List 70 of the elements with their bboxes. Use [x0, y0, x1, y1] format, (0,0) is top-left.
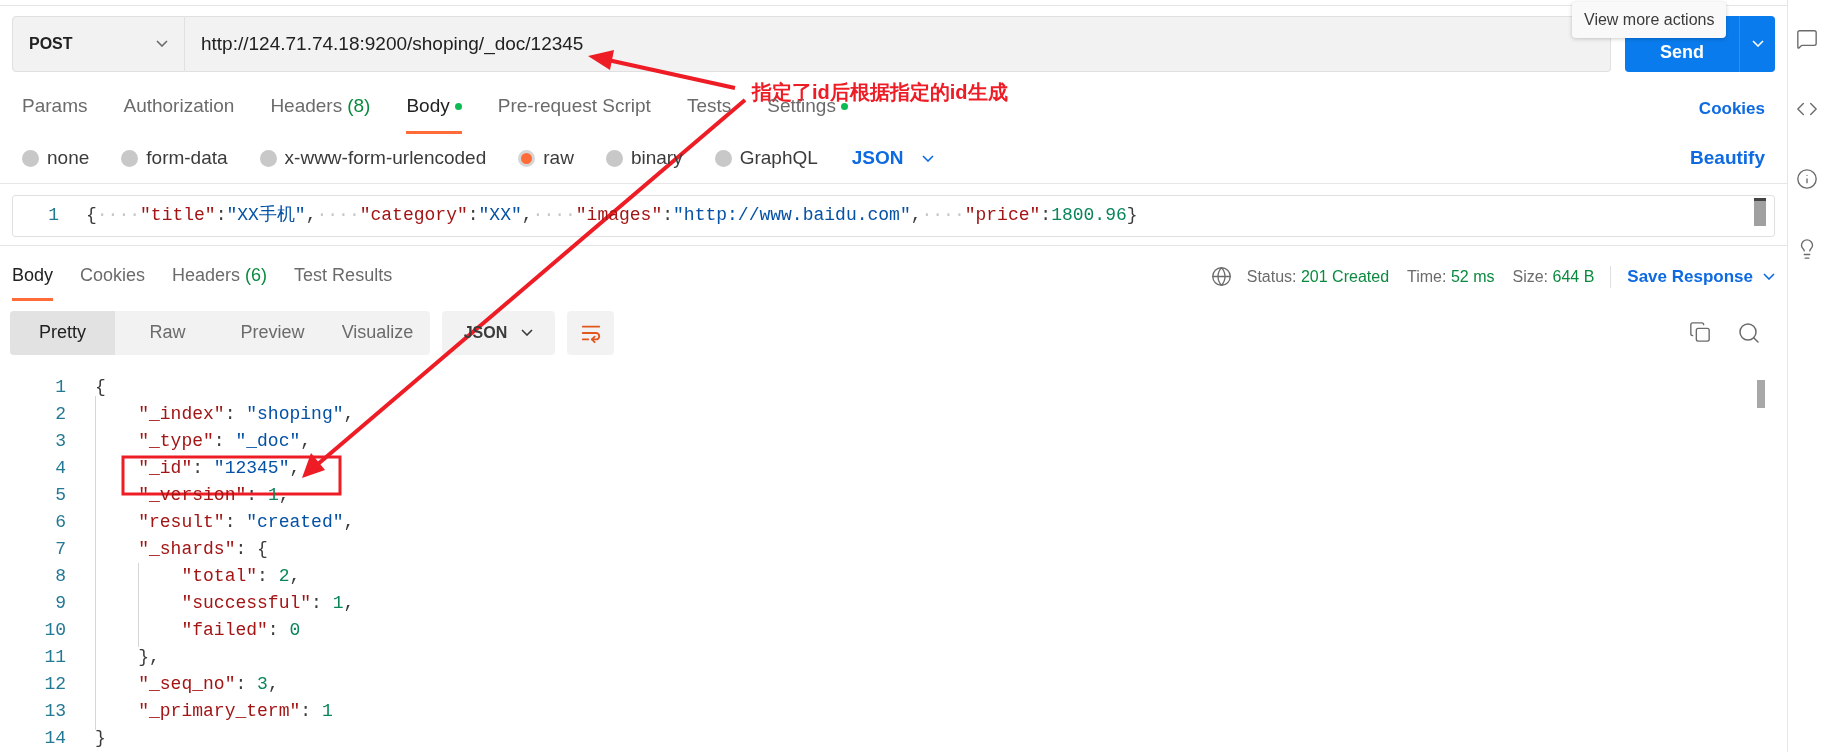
line-number: 11 — [43, 646, 67, 669]
line-number: 14 — [43, 727, 67, 750]
response-metric: Size: 644 B — [1512, 266, 1595, 287]
request-tab[interactable]: Params — [22, 92, 88, 134]
save-response-button[interactable]: Save Response — [1627, 264, 1775, 290]
beautify-link[interactable]: Beautify — [1690, 143, 1765, 173]
line-number: 6 — [54, 511, 67, 534]
code-line: "_primary_term": 1 — [138, 700, 333, 723]
line-number: 10 — [43, 619, 67, 642]
radio-option[interactable]: x-www-form-urlencoded — [259, 143, 487, 173]
view-mode-tab[interactable]: Pretty — [10, 310, 115, 355]
code-line: "_id": "12345", — [138, 457, 301, 480]
scrollbar — [1757, 380, 1765, 408]
code-line: }, — [138, 646, 160, 669]
copy-icon[interactable] — [1689, 320, 1711, 343]
code-line: } — [95, 727, 106, 750]
request-tab[interactable]: Tests — [686, 92, 732, 134]
view-mode-tab[interactable]: Preview — [220, 310, 325, 355]
response-tab[interactable]: Body — [12, 261, 54, 301]
search-icon[interactable] — [1737, 320, 1761, 345]
request-tab[interactable]: Authorization — [123, 92, 235, 134]
response-metric: Time: 52 ms — [1407, 266, 1495, 287]
info-icon[interactable] — [1796, 168, 1818, 190]
chevron-icon — [921, 154, 934, 162]
radio-option[interactable]: GraphQL — [714, 143, 818, 173]
response-tab[interactable]: Headers (6) — [172, 261, 268, 301]
request-tab[interactable]: Pre-request Script — [497, 92, 651, 134]
code-line: "_type": "_doc", — [138, 430, 312, 453]
line-number: 12 — [43, 673, 67, 696]
line-number: 1 — [47, 204, 59, 228]
cookies-link[interactable]: Cookies — [1698, 96, 1765, 134]
globe-icon[interactable] — [1210, 266, 1232, 288]
code-line: "total": 2, — [181, 565, 301, 588]
language-dropdown[interactable]: JSON — [851, 143, 934, 173]
line-number: 3 — [54, 430, 67, 453]
request-tab[interactable]: Body — [406, 92, 462, 134]
line-number: 5 — [54, 484, 67, 507]
line-number: 9 — [54, 592, 67, 615]
code-line: "_index": "shoping", — [138, 403, 355, 426]
line-number: 8 — [54, 565, 67, 588]
view-mode-tab[interactable]: Visualize — [325, 310, 430, 355]
response-tab[interactable]: Cookies — [80, 261, 146, 301]
scrollbar — [1754, 197, 1766, 226]
line-number: 7 — [54, 538, 67, 561]
code-line: "failed": 0 — [181, 619, 301, 642]
response-metric: Status: 201 Created — [1246, 266, 1390, 287]
chevron-icon — [1763, 273, 1775, 281]
chevron-icon — [156, 40, 168, 48]
wrap-button[interactable] — [567, 310, 614, 355]
radio-option[interactable]: form-data — [121, 143, 228, 173]
response-tab[interactable]: Test Results — [294, 261, 393, 301]
line-number: 2 — [54, 403, 67, 426]
line-number: 1 — [54, 376, 67, 399]
code-line: "result": "created", — [138, 511, 355, 534]
comment-icon[interactable] — [1796, 28, 1818, 50]
code-line: { — [95, 376, 106, 399]
code-line: "_shards": { — [138, 538, 268, 561]
radio-option[interactable]: none — [22, 143, 90, 173]
url-field[interactable]: http://124.71.74.18:9200/shoping/_doc/12345 — [185, 15, 1569, 73]
code-line: "successful": 1, — [181, 592, 355, 615]
tooltip: View more actions — [1572, 2, 1727, 38]
chevron-icon — [521, 329, 534, 337]
radio-option[interactable]: raw — [518, 143, 574, 173]
code-line: "_seq_no": 3, — [138, 673, 279, 696]
line-number: 13 — [43, 700, 67, 723]
request-tab[interactable]: Headers (8) — [270, 92, 371, 134]
view-mode-tab[interactable]: Raw — [115, 310, 220, 355]
method-dropdown[interactable]: POST — [12, 15, 185, 73]
chevron-icon — [1751, 40, 1764, 48]
line-number: 4 — [54, 457, 67, 480]
